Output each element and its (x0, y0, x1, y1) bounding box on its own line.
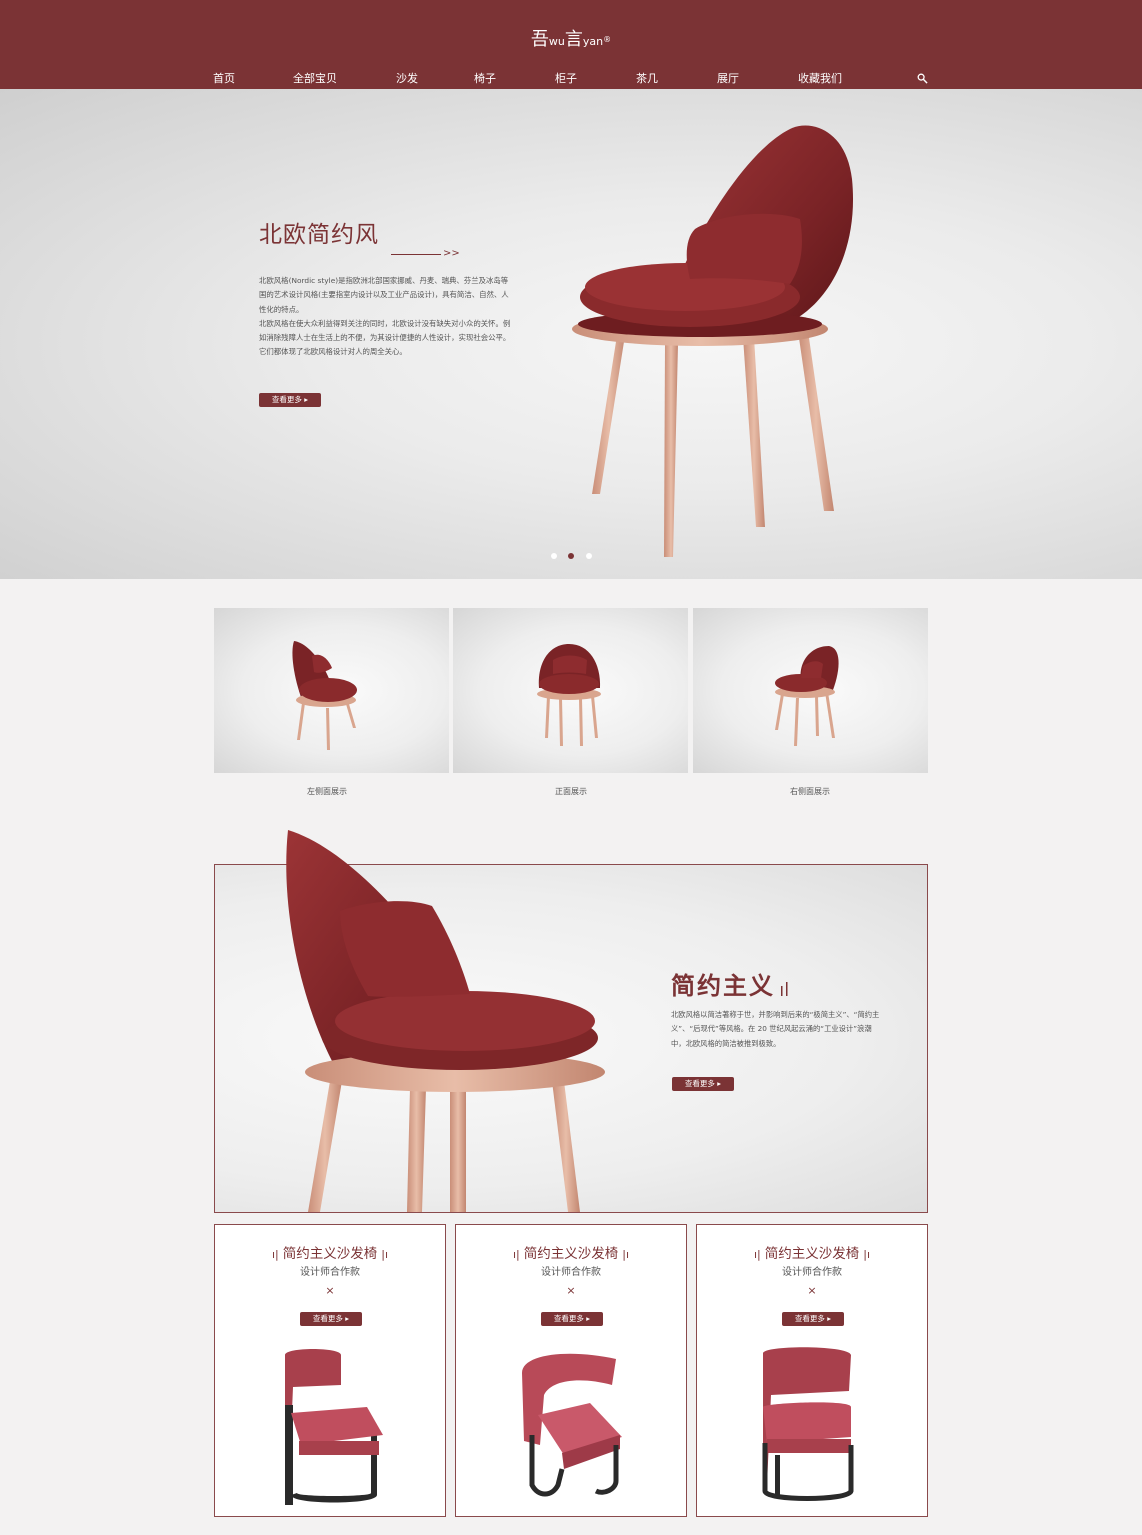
nav-tea-tables[interactable]: 茶几 (636, 70, 658, 88)
chair-right-image (775, 646, 839, 746)
title-bar-icon: |ı (622, 1248, 630, 1261)
hero-divider (391, 254, 441, 255)
close-icon: × (807, 1284, 817, 1297)
title-bar-icon (781, 982, 788, 996)
logo-char-wu: 吾 (530, 29, 549, 50)
product-title: 简约主义沙发椅 (282, 1246, 378, 1262)
gallery-front-view[interactable] (453, 608, 688, 773)
close-icon: × (566, 1284, 576, 1297)
feature-more-button[interactable]: 查看更多 ▸ (672, 1077, 734, 1091)
title-bar-icon: |ı (863, 1248, 871, 1261)
product-card[interactable]: ı| 简约主义沙发椅 |ı 设计师合作款 × 查看更多 ▸ (214, 1224, 446, 1517)
product-title-row: ı| 简约主义沙发椅 |ı (697, 1245, 927, 1264)
close-icon: × (325, 1284, 335, 1297)
armchair-image (285, 1349, 383, 1505)
title-bar-icon: ı| (512, 1248, 520, 1261)
product-more-button[interactable]: 查看更多 ▸ (782, 1312, 844, 1326)
chair-left-image (292, 641, 357, 750)
logo-pinyin-wu: wu (548, 35, 565, 48)
product-title-row: ı| 简约主义沙发椅 |ı (456, 1245, 686, 1264)
nav-sofa[interactable]: 沙发 (396, 70, 418, 88)
product-title-row: ı| 简约主义沙发椅 |ı (215, 1245, 445, 1264)
search-icon[interactable] (917, 73, 928, 84)
top-header: 吾wu言yan® 首页 全部宝贝 沙发 椅子 柜子 茶几 展厅 收藏我们 (0, 0, 1142, 89)
nav-favorite-us[interactable]: 收藏我们 (798, 70, 842, 88)
hero-arrow: >> (443, 248, 460, 259)
hero-chair-image (572, 125, 854, 557)
gallery-caption-front: 正面展示 (555, 787, 587, 796)
hero-paragraph: 北欧风格在使大众利益得到关注的同时，北欧设计没有缺失对小众的关怀。例如消除残障人… (259, 318, 511, 357)
nav-chairs[interactable]: 椅子 (474, 70, 496, 88)
product-card[interactable]: ı| 简约主义沙发椅 |ı 设计师合作款 × 查看更多 ▸ (455, 1224, 687, 1517)
product-card[interactable]: ı| 简约主义沙发椅 |ı 设计师合作款 × 查看更多 ▸ (696, 1224, 928, 1517)
title-bar-icon: |ı (381, 1248, 389, 1261)
feature-chair-image (286, 830, 605, 1212)
logo-pinyin-yan: yan (582, 35, 604, 48)
armchair-image (522, 1353, 622, 1497)
carousel-dot[interactable] (551, 553, 557, 559)
gallery-right-view[interactable] (693, 608, 928, 773)
logo-char-yan: 言 (564, 29, 583, 50)
armchair-image (762, 1347, 854, 1501)
title-bar-icon: ı| (753, 1248, 761, 1261)
chair-front-image (537, 644, 601, 746)
gallery-caption-left: 左侧面展示 (307, 787, 347, 796)
hero-banner: 北欧简约风 >> 北欧风格(Nordic style)是指欧洲北部国家挪威、丹麦… (0, 89, 1142, 579)
product-subtitle: 设计师合作款 (300, 1267, 360, 1278)
nav-all-products[interactable]: 全部宝贝 (293, 70, 337, 88)
main-nav: 首页 全部宝贝 沙发 椅子 柜子 茶几 展厅 收藏我们 (0, 70, 1142, 88)
registered-mark: ® (603, 35, 612, 44)
brand-logo[interactable]: 吾wu言yan® (0, 26, 1142, 56)
carousel-dot-active[interactable] (568, 553, 574, 559)
nav-home[interactable]: 首页 (213, 70, 235, 88)
feature-title: 简约主义 (671, 972, 775, 1000)
hero-title: 北欧简约风 (259, 222, 379, 248)
product-subtitle: 设计师合作款 (541, 1267, 601, 1278)
title-bar-icon: ı| (271, 1248, 279, 1261)
product-more-button[interactable]: 查看更多 ▸ (300, 1312, 362, 1326)
product-title: 简约主义沙发椅 (764, 1246, 860, 1262)
hero-more-button[interactable]: 查看更多 ▸ (259, 393, 321, 407)
product-title: 简约主义沙发椅 (523, 1246, 619, 1262)
product-subtitle: 设计师合作款 (782, 1267, 842, 1278)
hero-description: 北欧风格(Nordic style)是指欧洲北部国家挪威、丹麦、瑞典、芬兰及冰岛… (259, 274, 511, 360)
gallery-left-view[interactable] (214, 608, 449, 773)
nav-cabinets[interactable]: 柜子 (555, 70, 577, 88)
gallery-caption-right: 右侧面展示 (790, 787, 830, 796)
nav-showroom[interactable]: 展厅 (717, 70, 739, 88)
hero-paragraph: 北欧风格(Nordic style)是指欧洲北部国家挪威、丹麦、瑞典、芬兰及冰岛… (259, 276, 509, 314)
carousel-dot[interactable] (586, 553, 592, 559)
product-more-button[interactable]: 查看更多 ▸ (541, 1312, 603, 1326)
feature-description: 北欧风格以简洁著称于世，并影响到后来的“极简主义”、“简约主义”、“后现代”等风… (671, 1010, 880, 1048)
